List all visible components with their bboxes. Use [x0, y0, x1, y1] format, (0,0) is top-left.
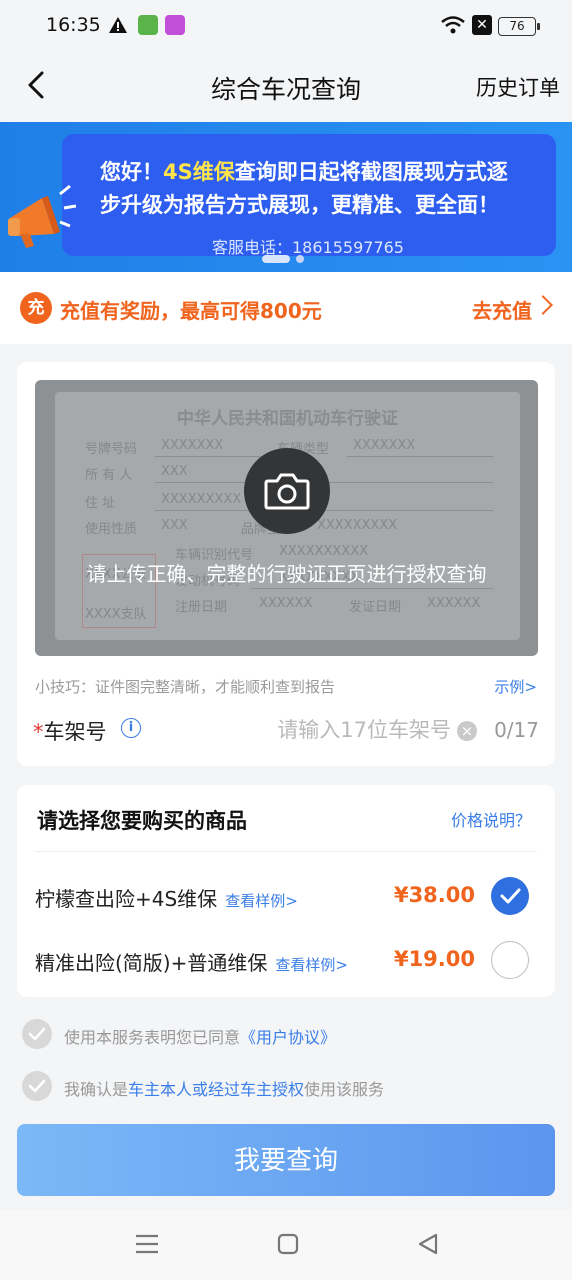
clear-icon[interactable]: ×: [457, 721, 477, 741]
vin-char-count: 0/17: [494, 718, 539, 742]
product-name: 精准出险(简版)+普通维保: [35, 951, 268, 975]
example-link[interactable]: 示例>: [494, 676, 537, 697]
owner-authorization-text: 我确认是车主本人或经过车主授权使用该服务: [64, 1076, 384, 1100]
upload-hint: 请上传正确、完整的行驶证正页进行授权查询: [86, 562, 487, 586]
home-icon[interactable]: [276, 1232, 300, 1256]
recharge-promo[interactable]: 充 充值有奖励，最高可得800元 去充值: [0, 272, 572, 344]
checkmark-icon: [28, 1027, 46, 1041]
product-name: 柠檬查出险+4S维保: [35, 887, 218, 911]
license-field-label: 注册日期: [175, 600, 228, 615]
license-upload-area[interactable]: 中华人民共和国机动车行驶证 号牌号码 XXXXXXX 车辆类型 XXXXXXX …: [35, 380, 538, 656]
info-icon[interactable]: i: [121, 718, 141, 738]
notice-text-2: 查询即日起将截图展现方式逐: [234, 160, 508, 184]
license-field-label: 号牌号码: [85, 442, 138, 457]
warning-icon: [109, 17, 127, 33]
user-agreement-link[interactable]: 《用户协议》: [240, 1028, 336, 1047]
service-phone: 客服电话：18615597765: [212, 238, 404, 257]
agreement-checkbox-1[interactable]: [22, 1019, 52, 1049]
product-checkbox-unchecked[interactable]: [491, 941, 529, 979]
app-notification-icon: [138, 15, 158, 35]
notice-highlight: 4S维保: [163, 160, 235, 184]
notice-banner[interactable]: 您好！4S维保查询即日起将截图展现方式逐 步升级为报告方式展现，更精准、更全面！…: [0, 122, 572, 272]
vin-input[interactable]: [263, 714, 453, 746]
notice-line-2: 步升级为报告方式展现，更精准、更全面！: [100, 193, 499, 217]
license-title: 中华人民共和国机动车行驶证: [177, 409, 398, 429]
license-field-value: XXX: [161, 518, 188, 533]
license-field-value: XXX: [161, 464, 188, 479]
camera-upload-button[interactable]: [244, 448, 330, 534]
license-field-value: XXXXXX: [427, 596, 481, 611]
agreement-text: 我确认是: [64, 1080, 129, 1099]
owner-authorization-link[interactable]: 车主本人或经过车主授权: [128, 1080, 304, 1099]
agreement-text: 使用该服务: [304, 1080, 385, 1099]
camera-icon: [264, 473, 310, 510]
product-item-1[interactable]: 柠檬查出险+4S维保 查看样例>: [35, 883, 298, 912]
product-checkbox-checked[interactable]: [491, 877, 529, 915]
vin-label: *车架号: [33, 716, 107, 746]
checkmark-icon: [500, 888, 521, 904]
system-nav-bar: [0, 1210, 572, 1280]
license-field-label: 住 址: [85, 496, 116, 511]
required-mark: *: [33, 720, 44, 744]
license-field-value: XXXXXXX: [353, 438, 416, 453]
agreement-checkbox-2[interactable]: [22, 1071, 52, 1101]
license-field-label: 发证日期: [349, 600, 402, 615]
product-selection-card: 请选择您要购买的商品 价格说明？ 柠檬查出险+4S维保 查看样例> ¥38.00 …: [17, 785, 555, 997]
status-bar: 16:35 ✕ 76: [0, 0, 572, 52]
recharge-promo-text: 充值有奖励，最高可得800元: [60, 299, 322, 323]
license-field-value: XXXXXXX: [161, 438, 224, 453]
notice-card: 您好！4S维保查询即日起将截图展现方式逐 步升级为报告方式展现，更精准、更全面！…: [62, 134, 556, 257]
license-field-label: 所 有 人: [85, 468, 133, 483]
view-sample-link[interactable]: 查看样例>: [275, 956, 348, 974]
history-orders-link[interactable]: 历史订单: [476, 72, 560, 102]
license-upload-card: 中华人民共和国机动车行驶证 号牌号码 XXXXXXX 车辆类型 XXXXXXX …: [17, 362, 555, 766]
battery-icon: 76: [498, 17, 540, 36]
recharge-button[interactable]: 去充值: [472, 295, 532, 324]
carousel-dots: [262, 248, 304, 267]
license-field-value: XXXXXXXXXX: [279, 544, 369, 559]
user-agreement-text: 使用本服务表明您已同意《用户协议》: [64, 1024, 336, 1048]
vin-label-text: 车架号: [43, 720, 107, 744]
notice-text: 您好！: [100, 160, 163, 184]
license-field-value: XXXXXXXXX: [161, 492, 242, 507]
agreement-text: 使用本服务表明您已同意: [64, 1028, 241, 1047]
notice-line-1: 您好！4S维保查询即日起将截图展现方式逐: [100, 156, 508, 186]
section-title: 请选择您要购买的商品: [37, 809, 247, 833]
upload-tip: 小技巧：证件图完整清晰，才能顺利查到报告: [35, 678, 336, 696]
divider: [35, 851, 537, 852]
app-notification-icon-2: [165, 15, 185, 35]
license-field-label: 使用性质: [85, 522, 138, 537]
nav-bar: 综合车况查询 历史订单: [0, 52, 572, 122]
back-triangle-icon[interactable]: [416, 1232, 440, 1256]
stamp-text: XXXX支队: [85, 607, 147, 622]
checkmark-icon: [28, 1079, 46, 1093]
status-time: 16:35: [46, 14, 101, 36]
price-explain-link[interactable]: 价格说明？: [451, 807, 531, 831]
product-price: ¥19.00: [393, 947, 475, 971]
sim-off-icon: ✕: [472, 15, 492, 35]
license-field-value: XXXXXX: [259, 596, 313, 611]
view-sample-link[interactable]: 查看样例>: [225, 892, 298, 910]
wifi-icon: [441, 16, 465, 34]
query-submit-button[interactable]: 我要查询: [17, 1124, 555, 1196]
megaphone-icon: [8, 184, 76, 248]
chevron-right-icon: [533, 295, 553, 315]
product-item-2[interactable]: 精准出险(简版)+普通维保 查看样例>: [35, 947, 348, 976]
recharge-badge-icon: 充: [20, 292, 52, 324]
menu-icon[interactable]: [134, 1232, 160, 1256]
product-price: ¥38.00: [393, 883, 475, 907]
